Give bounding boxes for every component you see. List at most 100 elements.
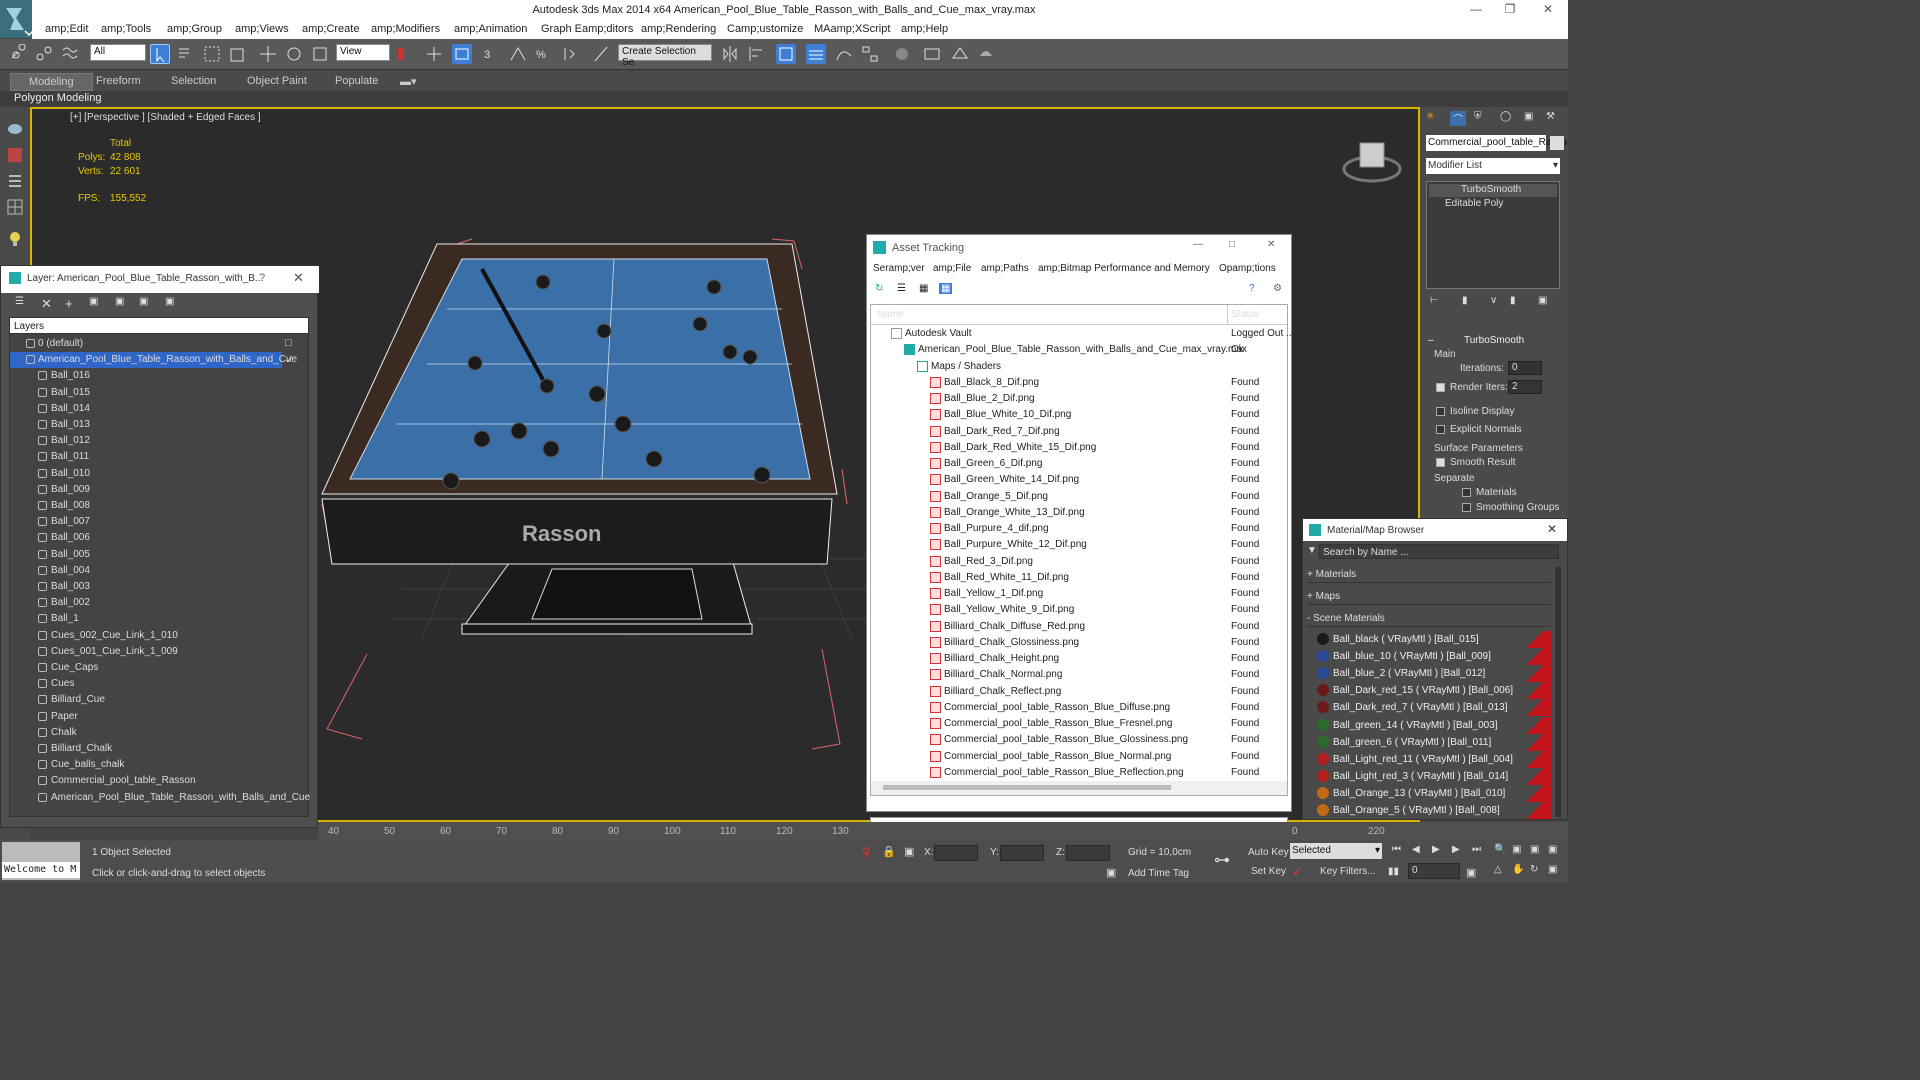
refresh-icon[interactable]: ↻: [875, 283, 883, 294]
select-by-name-icon[interactable]: [176, 44, 196, 64]
render-production-icon[interactable]: [976, 44, 996, 64]
modify-tab-icon[interactable]: ⌒: [1450, 111, 1466, 126]
iterations-spinner[interactable]: 0: [1508, 361, 1542, 375]
select-layer-icon[interactable]: ▣: [115, 296, 124, 307]
pin-stack-icon[interactable]: ⊢: [1430, 295, 1439, 306]
percent-snap-icon[interactable]: %: [534, 44, 554, 64]
auto-key-button[interactable]: Auto Key: [1248, 847, 1289, 858]
play-icon[interactable]: ▶: [1432, 844, 1440, 855]
key-mode-icon[interactable]: ▮▮: [1388, 866, 1399, 877]
layer-row[interactable]: Ball_013: [10, 417, 308, 433]
object-name-field[interactable]: Commercial_pool_table_Rasso: [1426, 135, 1567, 151]
mirror-icon[interactable]: [720, 44, 740, 64]
set-key-button[interactable]: Set Key: [1251, 866, 1286, 877]
asset-row[interactable]: Ball_Red_White_11_Dif.png Found: [871, 570, 1287, 586]
highlight-layer-icon[interactable]: ▣: [139, 296, 148, 307]
x-coord-field[interactable]: [934, 845, 978, 861]
spinner-snap-icon[interactable]: [560, 44, 580, 64]
menu-animation[interactable]: amp;Animation: [454, 23, 527, 35]
app-logo-icon[interactable]: [0, 0, 34, 38]
previous-frame-icon[interactable]: ◀: [1412, 844, 1420, 855]
group-materials[interactable]: + Materials: [1307, 569, 1551, 583]
asset-col-status[interactable]: Status: [1231, 309, 1259, 320]
layer-row[interactable]: Ball_003: [10, 579, 308, 595]
object-color-swatch[interactable]: [1550, 136, 1564, 150]
menu-graph-editors[interactable]: Graph Eamp;ditors: [541, 23, 633, 35]
asset-row[interactable]: Commercial_pool_table_Rasson_Blue_Diffus…: [871, 700, 1287, 716]
hierarchy-tab-icon[interactable]: ⛨: [1474, 111, 1482, 122]
asset-row[interactable]: Ball_Yellow_White_9_Dif.png Found: [871, 602, 1287, 618]
layer-row[interactable]: Commercial_pool_table_Rasson: [10, 773, 308, 789]
asset-row[interactable]: Ball_Orange_5_Dif.png Found: [871, 489, 1287, 505]
absolute-mode-icon[interactable]: ▣: [904, 845, 914, 858]
layer-manager-icon[interactable]: [806, 44, 826, 64]
asset-row[interactable]: Commercial_pool_table_Rasson_Blue_Normal…: [871, 749, 1287, 765]
layer-row[interactable]: Ball_1: [10, 611, 308, 627]
rendered-frame-icon[interactable]: [950, 44, 970, 64]
material-search-input[interactable]: Search by Name ...: [1319, 544, 1559, 559]
layer-row[interactable]: Ball_009: [10, 482, 308, 498]
material-options-icon[interactable]: ▼: [1307, 545, 1317, 556]
material-item[interactable]: Ball_green_14 ( VRayMtl ) [Ball_003]: [1315, 716, 1551, 734]
tab-freeform[interactable]: Freeform: [96, 75, 141, 87]
z-coord-field[interactable]: [1066, 845, 1110, 861]
layer-row[interactable]: Billiard_Cue: [10, 692, 308, 708]
configure-modifiers-icon[interactable]: ▣: [1538, 295, 1547, 306]
asset-row[interactable]: Ball_Green_White_14_Dif.png Found: [871, 472, 1287, 488]
zoom-icon[interactable]: 🔍: [1494, 844, 1506, 855]
layer-row[interactable]: Billiard_Chalk: [10, 741, 308, 757]
asset-horizontal-scrollbar[interactable]: [871, 781, 1287, 795]
window-crossing-icon[interactable]: [228, 44, 248, 64]
link-icon[interactable]: [8, 43, 28, 64]
asset-maximize-button[interactable]: □: [1229, 239, 1235, 250]
rotate-icon[interactable]: [284, 44, 304, 64]
layer-row[interactable]: Ball_015: [10, 385, 308, 401]
zoom-extents-all-icon[interactable]: ▣: [1548, 844, 1557, 855]
material-item[interactable]: Ball_green_6 ( VRayMtl ) [Ball_011]: [1315, 733, 1551, 751]
schematic-view-icon[interactable]: [860, 44, 880, 64]
lock-selection-icon[interactable]: 🔒: [882, 845, 896, 858]
material-item[interactable]: Ball_Orange_5 ( VRayMtl ) [Ball_008]: [1315, 802, 1551, 819]
asset-menu-options[interactable]: Opamp;tions: [1219, 263, 1276, 274]
scale-icon[interactable]: [310, 44, 330, 64]
menu-edit[interactable]: amp;Edit: [45, 23, 88, 35]
hide-all-icon[interactable]: ▣: [165, 296, 174, 307]
list-icon[interactable]: [5, 171, 25, 191]
asset-help-icon[interactable]: ?: [1249, 283, 1255, 294]
layer-row[interactable]: Cues_001_Cue_Link_1_009: [10, 644, 308, 660]
restore-button[interactable]: ❐: [1496, 2, 1524, 18]
layer-row[interactable]: Ball_007: [10, 514, 308, 530]
layer-row[interactable]: Ball_011: [10, 449, 308, 465]
next-frame-icon[interactable]: ▶: [1452, 844, 1460, 855]
asset-row[interactable]: Ball_Dark_Red_7_Dif.png Found: [871, 424, 1287, 440]
menu-rendering[interactable]: amp;Rendering: [641, 23, 716, 35]
named-selection-set-dropdown[interactable]: Create Selection Se: [618, 44, 712, 68]
minimize-button[interactable]: —: [1462, 2, 1490, 18]
layer-row[interactable]: Paper: [10, 709, 308, 725]
render-iters-checkbox[interactable]: [1436, 383, 1445, 392]
asset-row[interactable]: Ball_Orange_White_13_Dif.png Found: [871, 505, 1287, 521]
layer-tool-icon[interactable]: ☰: [15, 296, 24, 307]
polygon-modeling-panel[interactable]: Polygon Modeling: [14, 92, 101, 104]
asset-row[interactable]: Billiard_Chalk_Reflect.png Found: [871, 684, 1287, 700]
asset-row[interactable]: Ball_Blue_White_10_Dif.png Found: [871, 407, 1287, 423]
layer-row[interactable]: Ball_004: [10, 563, 308, 579]
grid-view-icon[interactable]: ▦: [939, 283, 953, 294]
layer-row[interactable]: Cues: [10, 676, 308, 692]
menu-group[interactable]: amp;Group: [167, 23, 222, 35]
set-key-icon[interactable]: ⊶: [1214, 850, 1230, 870]
tab-object-paint[interactable]: Object Paint: [247, 75, 307, 87]
add-time-tag[interactable]: Add Time Tag: [1128, 868, 1189, 879]
layer-window-titlebar[interactable]: Layer: American_Pool_Blue_Table_Rasson_w…: [1, 266, 319, 293]
asset-menu-server[interactable]: Seramp;ver: [873, 263, 925, 274]
ref-coord-dropdown[interactable]: View: [336, 44, 390, 61]
layer-row[interactable]: Ball_010: [10, 466, 308, 482]
maximize-viewport-icon[interactable]: ▣: [1548, 864, 1557, 875]
pin-icon[interactable]: ⚲: [862, 845, 871, 859]
timeline-ruler[interactable]: 40 50 60 70 80 90 100 110 120 130 0 220: [318, 822, 1568, 840]
asset-row[interactable]: Billiard_Chalk_Diffuse_Red.png Found: [871, 619, 1287, 635]
material-item[interactable]: Ball_Light_red_11 ( VRayMtl ) [Ball_004]: [1315, 750, 1551, 768]
material-item[interactable]: Ball_blue_2 ( VRayMtl ) [Ball_012]: [1315, 665, 1551, 683]
stack-item-turbosmooth[interactable]: TurboSmooth: [1429, 184, 1557, 197]
layer-current-toggle-icon[interactable]: □: [285, 337, 292, 349]
